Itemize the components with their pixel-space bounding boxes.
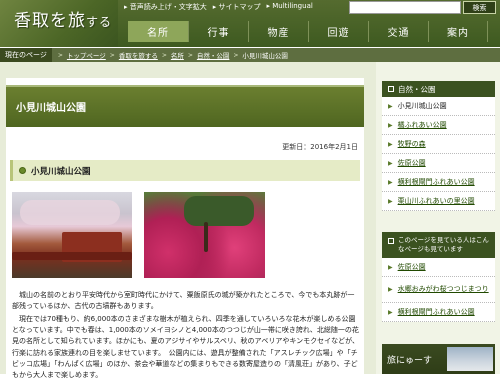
- section-title: 小見川城山公園: [31, 166, 91, 177]
- nav-annai[interactable]: 案内: [428, 21, 488, 42]
- nav-bussan[interactable]: 物産: [248, 21, 308, 42]
- arrow-right-icon: ▶: [388, 263, 393, 271]
- sidebar: 自然・公園 ▶ 小見川城山公園 ▶ 橘ふれあい公園 ▶ 牧野の森 ▶ 佐原公園 ▶ 横利根…: [376, 62, 500, 374]
- nav-gyoji[interactable]: 行事: [188, 21, 248, 42]
- updated-date: 更新日：2016年2月1日: [282, 143, 358, 151]
- logo-area: 香取を旅する: [0, 0, 118, 47]
- sidebar-item-yokotone[interactable]: ▶ 横利根閘門ふれあい公園: [382, 173, 495, 192]
- breadcrumb-items: > トップページ > 香取を旅する > 名所 > 自然・公園 > 小見川城山公園: [57, 50, 288, 61]
- util-link-sitemap[interactable]: ▸ サイトマップ: [213, 2, 261, 12]
- site-header: 香取を旅する ▸ 音声読み上げ・文字拡大 ▸ サイトマップ ▸ Multilin…: [0, 0, 500, 47]
- global-nav: 名所 行事 物産 回遊 交通 案内: [124, 21, 488, 42]
- related-item-sawara[interactable]: ▶ 佐原公園: [382, 258, 495, 277]
- paragraph-history: 城山の名前のとおり平安時代から室町時代にかけて、粟飯原氏の城が築かれたところで、…: [12, 291, 355, 311]
- sidebar-item-current: ▶ 小見川城山公園: [382, 97, 495, 116]
- sidebar-item-makino[interactable]: ▶ 牧野の森: [382, 135, 495, 154]
- travel-news-image: [447, 347, 493, 371]
- related-item-sakura[interactable]: ▶ 水郷おみがわ桜つつじまつり: [382, 277, 495, 303]
- crumb-tabi[interactable]: 香取を旅する: [119, 50, 158, 60]
- crumb-top[interactable]: トップページ: [67, 50, 106, 60]
- nav-meisho[interactable]: 名所: [128, 21, 188, 42]
- arrow-right-icon: ▶: [388, 308, 393, 316]
- crumb-meisho[interactable]: 名所: [171, 50, 184, 60]
- page-title-band: 小見川城山公園: [6, 85, 364, 127]
- square-icon: [388, 86, 394, 92]
- crumb-current: 小見川城山公園: [242, 52, 288, 60]
- sidebar-category-list: ▶ 小見川城山公園 ▶ 橘ふれあい公園 ▶ 牧野の森 ▶ 佐原公園 ▶ 横利根閘門ふれあい…: [382, 97, 495, 211]
- related-pages-list: ▶ 佐原公園 ▶ 水郷おみがわ桜つつじまつり ▶ 横利根閘門ふれあい公園: [382, 258, 495, 322]
- crumb-shizen[interactable]: 自然・公園: [197, 50, 230, 60]
- sidebar-item-tachibana[interactable]: ▶ 橘ふれあい公園: [382, 116, 495, 135]
- breadcrumb-head: 現在のページ: [0, 48, 52, 62]
- photo-castle-bridge: [12, 192, 132, 278]
- search-input[interactable]: [349, 1, 461, 14]
- util-link-multilingual[interactable]: ▸ Multilingual: [267, 2, 313, 12]
- related-pages-head: このページを見ている人はこんなページも見ています: [382, 232, 495, 258]
- related-pages-title: このページを見ている人はこんなページも見ています: [398, 236, 489, 253]
- utility-links: ▸ 音声読み上げ・文字拡大 ▸ サイトマップ ▸ Multilingual: [124, 2, 313, 12]
- sidebar-category-title: 自然・公園: [398, 84, 436, 94]
- sidebar-item-sawara[interactable]: ▶ 佐原公園: [382, 154, 495, 173]
- arrow-right-icon: ▶: [388, 102, 393, 110]
- util-link-accessibility[interactable]: ▸ 音声読み上げ・文字拡大: [124, 2, 207, 12]
- arrow-right-icon: ▶: [388, 286, 393, 293]
- related-item-yokotone[interactable]: ▶ 横利根閘門ふれあい公園: [382, 303, 495, 322]
- arrow-right-icon: ▶: [388, 159, 393, 167]
- sidebar-item-kuriyama[interactable]: ▶ 栗山川ふれあいの里公園: [382, 192, 495, 211]
- arrow-right-icon: ▶: [388, 178, 393, 186]
- travel-news-label: 旅にゅーす: [387, 355, 433, 366]
- logo-main-text: 香取を旅: [14, 11, 86, 31]
- square-icon: [388, 238, 394, 244]
- sidebar-category-head: 自然・公園: [382, 81, 495, 97]
- site-logo[interactable]: 香取を旅する: [14, 6, 112, 31]
- nav-kotsu[interactable]: 交通: [368, 21, 428, 42]
- travel-news-banner[interactable]: 旅にゅーす: [382, 344, 495, 374]
- arrow-right-icon: ▶: [388, 121, 393, 129]
- search-button[interactable]: 検索: [463, 1, 496, 14]
- paragraph-park: 現在では70種もり、約6,000本のさまざまな樹木が植えられ、四季を通していろい…: [12, 315, 359, 380]
- related-pages-box: このページを見ている人はこんなページも見ています ▶ 佐原公園 ▶ 水郷おみがわ桜つ…: [382, 232, 495, 322]
- sidebar-category-box: 自然・公園 ▶ 小見川城山公園 ▶ 橘ふれあい公園 ▶ 牧野の森 ▶ 佐原公園 ▶ 横利根…: [382, 81, 495, 211]
- main-content: 小見川城山公園 更新日：2016年2月1日 小見川城山公園 城山の名前のとおり平…: [0, 62, 376, 379]
- photo-azalea-garden: [144, 192, 265, 278]
- arrow-right-icon: ▶: [388, 197, 393, 205]
- logo-small-text: する: [86, 15, 113, 29]
- bullet-icon: [19, 167, 26, 174]
- section-heading: 小見川城山公園: [10, 160, 360, 181]
- breadcrumb: 現在のページ > トップページ > 香取を旅する > 名所 > 自然・公園 > 小見川城山…: [0, 48, 500, 62]
- arrow-right-icon: ▶: [388, 140, 393, 148]
- nav-kaiyu[interactable]: 回遊: [308, 21, 368, 42]
- page-title: 小見川城山公園: [16, 103, 86, 114]
- content-panel: 小見川城山公園 更新日：2016年2月1日 小見川城山公園 城山の名前のとおり平…: [6, 78, 364, 379]
